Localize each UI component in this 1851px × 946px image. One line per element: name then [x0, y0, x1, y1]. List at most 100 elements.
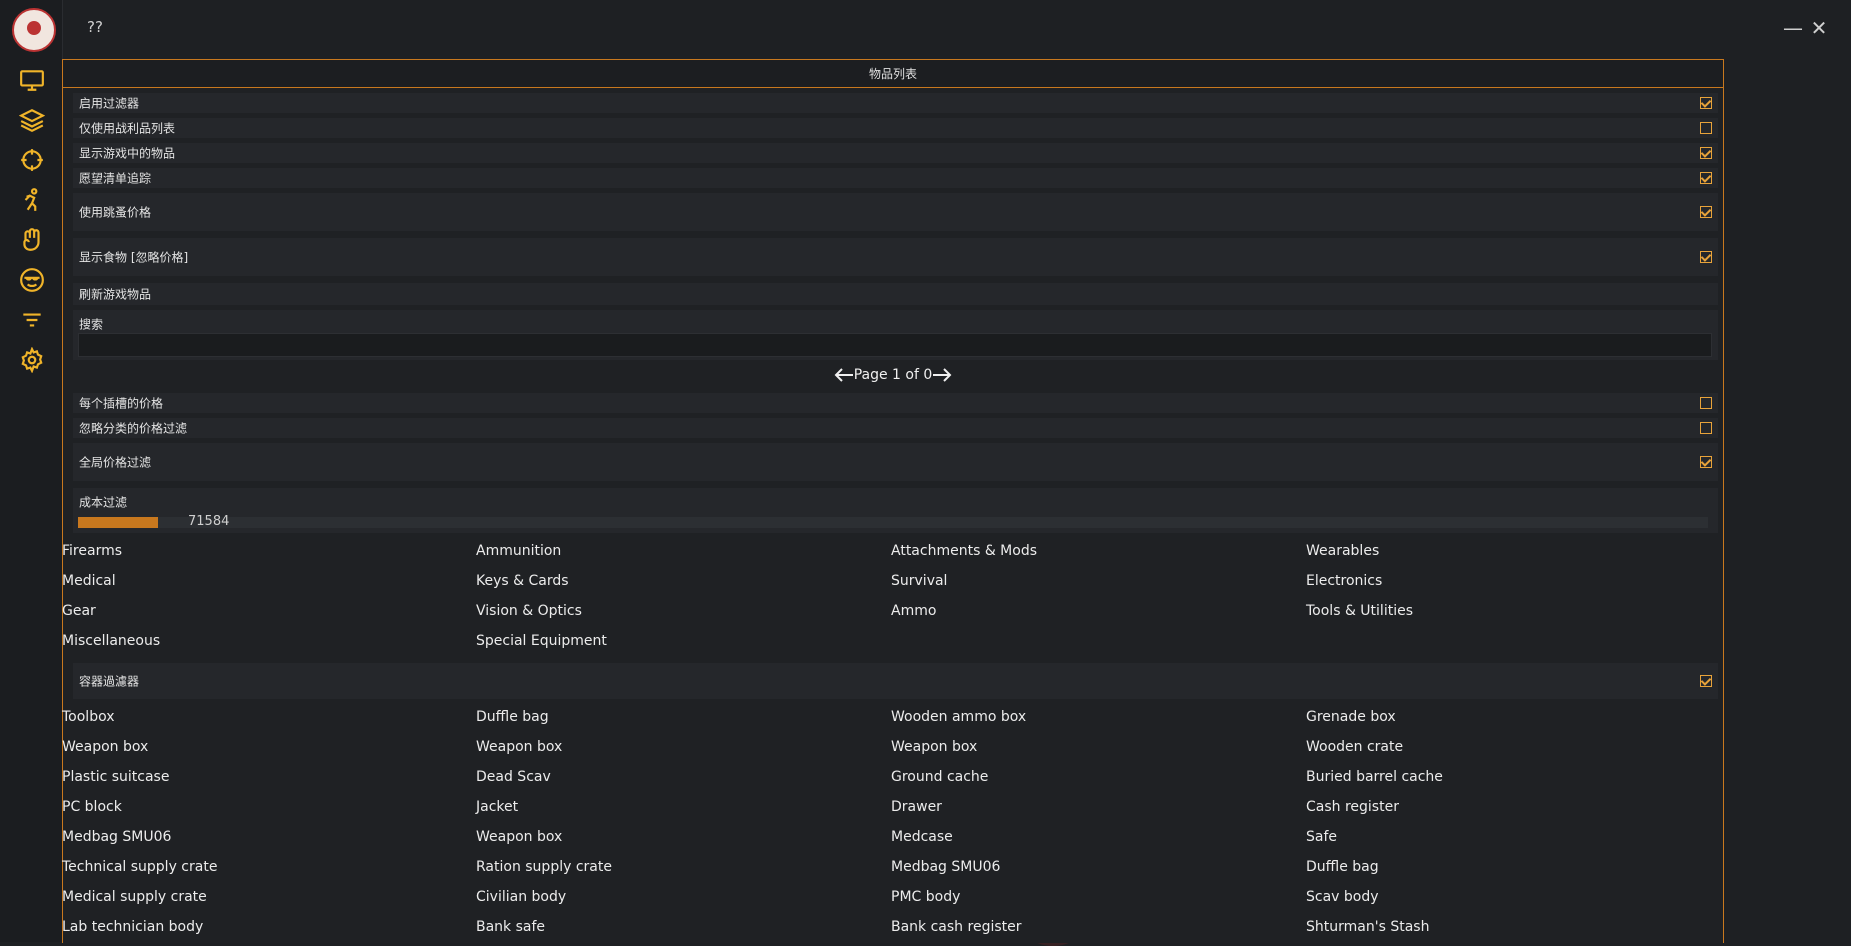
refresh-label: 刷新游戏物品: [79, 287, 152, 302]
container-item[interactable]: Safe: [1306, 829, 1337, 845]
toggle-row[interactable]: 忽略分类的价格过滤: [73, 418, 1718, 438]
container-item[interactable]: Bank cash register: [891, 919, 1022, 935]
container-item[interactable]: Buried barrel cache: [1306, 769, 1443, 785]
title-bar: ?? — ✕: [62, 0, 1851, 55]
checkbox[interactable]: [1700, 97, 1712, 109]
container-item[interactable]: Medical supply crate: [62, 889, 207, 905]
container-item[interactable]: Weapon box: [62, 739, 148, 755]
container-item[interactable]: Plastic suitcase: [62, 769, 169, 785]
checkbox[interactable]: [1700, 147, 1712, 159]
search-input[interactable]: [78, 333, 1712, 357]
toggle-row[interactable]: 愿望清单追踪: [73, 168, 1718, 188]
toggle-label: 显示游戏中的物品: [79, 146, 176, 161]
container-item[interactable]: Medbag SMU06: [62, 829, 171, 845]
crosshair-icon[interactable]: [17, 145, 47, 175]
category-item[interactable]: Attachments & Mods: [891, 543, 1037, 559]
toggle-row[interactable]: 全局价格过滤: [73, 443, 1718, 481]
refresh-items-button[interactable]: 刷新游戏物品: [73, 283, 1718, 305]
checkbox[interactable]: [1700, 251, 1712, 263]
container-item[interactable]: Weapon box: [891, 739, 977, 755]
toggle-label: 显示食物 [忽略价格]: [79, 250, 189, 265]
container-item[interactable]: Wooden crate: [1306, 739, 1403, 755]
container-item[interactable]: Civilian body: [476, 889, 566, 905]
toggle-row[interactable]: 容器過濾器: [73, 663, 1718, 699]
container-item[interactable]: Scav body: [1306, 889, 1379, 905]
container-item[interactable]: Bank safe: [476, 919, 545, 935]
checkbox[interactable]: [1700, 206, 1712, 218]
arrow-left-icon[interactable]: [834, 368, 854, 382]
container-item[interactable]: Duffle bag: [1306, 859, 1379, 875]
running-person-icon[interactable]: [17, 185, 47, 215]
category-item[interactable]: Ammo: [891, 603, 936, 619]
minimize-button[interactable]: —: [1783, 18, 1803, 38]
toggle-row[interactable]: 显示游戏中的物品: [73, 143, 1718, 163]
container-item[interactable]: PC block: [62, 799, 122, 815]
cost-slider[interactable]: 71584: [78, 514, 1708, 529]
smiley-sunglasses-icon[interactable]: [17, 265, 47, 295]
category-item[interactable]: Firearms: [62, 543, 122, 559]
category-item[interactable]: Special Equipment: [476, 633, 607, 649]
container-item[interactable]: PMC body: [891, 889, 960, 905]
container-item[interactable]: Ground cache: [891, 769, 988, 785]
toggle-row[interactable]: 显示食物 [忽略价格]: [73, 238, 1718, 276]
layers-icon[interactable]: [17, 105, 47, 135]
close-button[interactable]: ✕: [1809, 18, 1829, 38]
container-item[interactable]: Weapon box: [476, 739, 562, 755]
toggle-row[interactable]: 每个插槽的价格: [73, 393, 1718, 413]
category-item[interactable]: Keys & Cards: [476, 573, 569, 589]
category-item[interactable]: Ammunition: [476, 543, 561, 559]
container-item[interactable]: Dead Scav: [476, 769, 551, 785]
category-item[interactable]: Miscellaneous: [62, 633, 160, 649]
toggle-row[interactable]: 启用过滤器: [73, 93, 1718, 113]
cost-value: 71584: [188, 514, 230, 529]
arrow-right-icon[interactable]: [932, 368, 952, 382]
toggle-label: 启用过滤器: [79, 96, 140, 111]
page-indicator: Page 1 of 0: [853, 367, 933, 383]
category-item[interactable]: Tools & Utilities: [1306, 603, 1413, 619]
container-item[interactable]: Weapon box: [476, 829, 562, 845]
toggle-label: 容器過濾器: [79, 674, 140, 689]
container-item[interactable]: Ration supply crate: [476, 859, 612, 875]
container-item[interactable]: Shturman's Stash: [1306, 919, 1429, 935]
sidebar: [0, 0, 63, 942]
filter-icon[interactable]: [17, 305, 47, 335]
category-item[interactable]: Wearables: [1306, 543, 1379, 559]
container-item[interactable]: Lab technician body: [62, 919, 203, 935]
checkbox[interactable]: [1700, 675, 1712, 687]
app-title: ??: [87, 18, 103, 36]
container-item[interactable]: Jacket: [476, 799, 518, 815]
category-item[interactable]: Electronics: [1306, 573, 1382, 589]
container-item[interactable]: Toolbox: [62, 709, 115, 725]
toggle-row[interactable]: 仅使用战利品列表: [73, 118, 1718, 138]
panel-title: 物品列表: [63, 60, 1723, 88]
container-item[interactable]: Medbag SMU06: [891, 859, 1000, 875]
toggle-label: 全局价格过滤: [79, 455, 152, 470]
toggle-row[interactable]: 使用跳蚤价格: [73, 193, 1718, 231]
checkbox[interactable]: [1700, 122, 1712, 134]
toggle-label: 忽略分类的价格过滤: [79, 421, 188, 436]
container-item[interactable]: Drawer: [891, 799, 942, 815]
checkbox[interactable]: [1700, 172, 1712, 184]
category-item[interactable]: Gear: [62, 603, 96, 619]
container-item[interactable]: Grenade box: [1306, 709, 1396, 725]
checkbox[interactable]: [1700, 422, 1712, 434]
cost-filter-label: 成本过滤: [79, 495, 128, 510]
monitor-icon[interactable]: [17, 65, 47, 95]
container-item[interactable]: Duffle bag: [476, 709, 549, 725]
app-logo: [12, 8, 56, 52]
toggle-label: 愿望清单追踪: [79, 171, 152, 186]
hand-icon[interactable]: [17, 225, 47, 255]
container-item[interactable]: Cash register: [1306, 799, 1399, 815]
category-item[interactable]: Survival: [891, 573, 947, 589]
toggle-label: 每个插槽的价格: [79, 396, 164, 411]
search-label: 搜索: [79, 317, 104, 332]
container-item[interactable]: Medcase: [891, 829, 953, 845]
pager: Page 1 of 0: [63, 367, 1723, 383]
container-item[interactable]: Technical supply crate: [62, 859, 217, 875]
category-item[interactable]: Medical: [62, 573, 116, 589]
gear-icon[interactable]: [17, 345, 47, 375]
container-item[interactable]: Wooden ammo box: [891, 709, 1026, 725]
category-item[interactable]: Vision & Optics: [476, 603, 582, 619]
checkbox[interactable]: [1700, 397, 1712, 409]
checkbox[interactable]: [1700, 456, 1712, 468]
